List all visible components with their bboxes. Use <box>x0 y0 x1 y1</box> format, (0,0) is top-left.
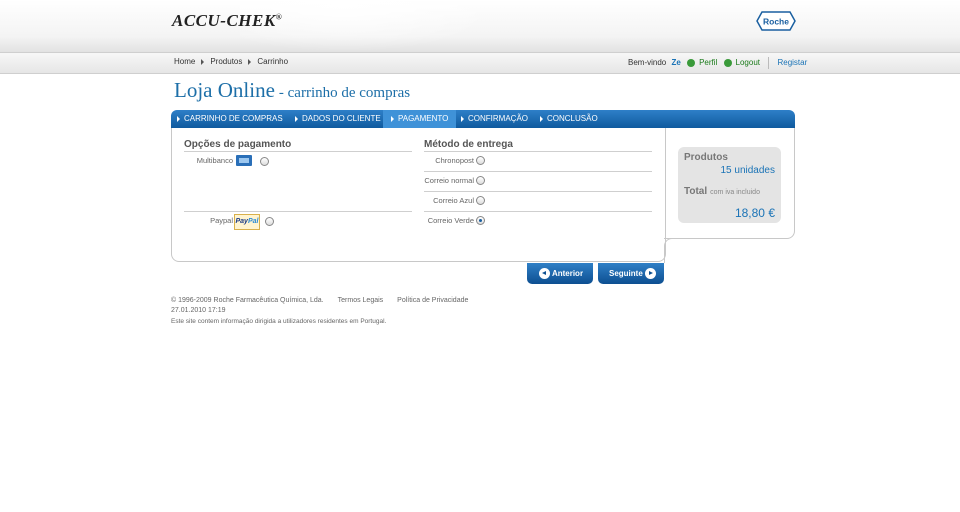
logo-mark: ® <box>275 12 283 22</box>
step-conclusao[interactable]: CONCLUSÃO <box>540 110 598 128</box>
footer-line-1: © 1996-2009 Roche Farmacêutica Química, … <box>171 296 468 306</box>
footer-copyright: © 1996-2009 Roche Farmacêutica Química, … <box>171 297 324 304</box>
delivery-heading: Método de entrega <box>424 139 513 150</box>
payment-divider <box>184 151 412 152</box>
summary-units: 15 unidades <box>720 165 776 176</box>
arrow-right-icon <box>645 268 657 280</box>
step-confirmacao[interactable]: CONFIRMAÇÃO <box>461 110 528 128</box>
nav-divider <box>768 57 770 69</box>
breadcrumb: Home Produtos Carrinho <box>174 57 288 66</box>
step-arrow-icon <box>540 115 543 122</box>
delivery-divider <box>424 151 652 152</box>
payment-label-paypal: Paypal <box>210 216 233 225</box>
radio-correio-verde[interactable] <box>476 216 485 225</box>
delivery-label-chronopost: Chronopost <box>435 156 474 165</box>
site-header: ACCU-CHEK® Roche <box>0 0 960 52</box>
top-navbar: Home Produtos Carrinho Bem-vindo Ze Perfil… <box>0 52 960 74</box>
previous-button[interactable]: Anterior <box>527 263 593 284</box>
welcome-text: Bem-vindo <box>628 58 667 68</box>
next-label: Seguinte <box>609 269 643 278</box>
radio-chronopost[interactable] <box>476 156 485 165</box>
step-arrow-icon <box>461 115 464 122</box>
footer-note: Este site contem informação dirigida a u… <box>171 318 387 325</box>
payment-divider <box>184 211 412 212</box>
delivery-label-correio-verde: Correio Verde <box>427 216 474 225</box>
page-title-main: Loja Online <box>174 78 275 102</box>
delivery-label-correio-azul: Correio Azul <box>433 196 474 205</box>
roche-logo-text: Roche <box>763 17 789 27</box>
checkout-steps: CARRINHO DE COMPRAS DADOS DO CLIENTE PAG… <box>171 110 795 128</box>
step-label: CARRINHO DE COMPRAS <box>184 114 283 123</box>
delivery-divider <box>424 171 652 172</box>
paypal-icon: PayPal <box>234 214 260 230</box>
step-arrow-icon <box>177 115 180 122</box>
profile-icon <box>687 59 696 67</box>
previous-label: Anterior <box>551 269 584 278</box>
roche-logo[interactable]: Roche <box>756 11 796 31</box>
total-label: Total <box>684 186 708 197</box>
paypal-logo-pay: Pay <box>235 218 248 225</box>
footer-privacy-link[interactable]: Política de Privacidade <box>397 297 468 304</box>
page-subtitle: - carrinho de compras <box>278 85 411 101</box>
footer-terms-link[interactable]: Termos Legais <box>338 297 384 304</box>
footer-date: 27.01.2010 17:19 <box>171 307 226 314</box>
arrow-left-icon <box>539 268 550 280</box>
logout-icon <box>723 59 732 67</box>
summary-total-label: Total com iva incluido <box>684 186 760 197</box>
accu-chek-logo[interactable]: ACCU-CHEK® <box>172 11 282 31</box>
summary-total-value: 18,80 € <box>734 206 775 220</box>
profile-link[interactable]: Perfil <box>699 58 717 67</box>
step-label: CONFIRMAÇÃO <box>468 114 528 123</box>
breadcrumb-produtos[interactable]: Produtos <box>210 57 242 66</box>
breadcrumb-arrow-icon <box>248 58 252 65</box>
step-label: DADOS DO CLIENTE <box>302 114 381 123</box>
payment-label-multibanco: Multibanco <box>196 156 233 165</box>
multibanco-icon <box>236 155 252 166</box>
breadcrumb-home[interactable]: Home <box>174 57 195 66</box>
step-label: CONCLUSÃO <box>547 114 598 123</box>
site-footer: © 1996-2009 Roche Farmacêutica Química, … <box>171 296 468 327</box>
paypal-logo-pal: Pal <box>247 218 259 225</box>
summary-products-label: Produtos <box>684 152 728 163</box>
register-link[interactable]: Registar <box>777 58 807 67</box>
payment-heading: Opções de pagamento <box>184 139 292 150</box>
page-title: Loja Online - carrinho de compras <box>174 78 410 103</box>
total-note: com iva incluido <box>710 189 760 196</box>
step-label: PAGAMENTO <box>398 114 449 123</box>
step-dados-cliente[interactable]: DADOS DO CLIENTE <box>295 110 381 128</box>
radio-multibanco[interactable] <box>260 157 269 166</box>
step-pagamento[interactable]: PAGAMENTO <box>383 110 457 128</box>
logo-text: ACCU-CHEK <box>172 11 276 30</box>
radio-correio-normal[interactable] <box>476 176 485 185</box>
delivery-divider <box>424 191 652 192</box>
user-name: Ze <box>671 58 681 68</box>
radio-paypal[interactable] <box>265 217 274 226</box>
breadcrumb-arrow-icon <box>201 58 205 65</box>
logout-link[interactable]: Logout <box>736 58 760 67</box>
step-carrinho[interactable]: CARRINHO DE COMPRAS <box>177 110 283 128</box>
next-button[interactable]: Seguinte <box>598 263 664 284</box>
breadcrumb-carrinho[interactable]: Carrinho <box>257 57 288 66</box>
panel-connector <box>664 238 679 263</box>
step-arrow-icon <box>295 115 298 122</box>
delivery-divider <box>424 211 652 212</box>
delivery-label-correio-normal: Correio normal <box>424 176 474 185</box>
radio-correio-azul[interactable] <box>476 196 485 205</box>
step-arrow-icon <box>391 115 394 122</box>
user-box: Bem-vindo Ze Perfil Logout Registar <box>628 57 807 69</box>
